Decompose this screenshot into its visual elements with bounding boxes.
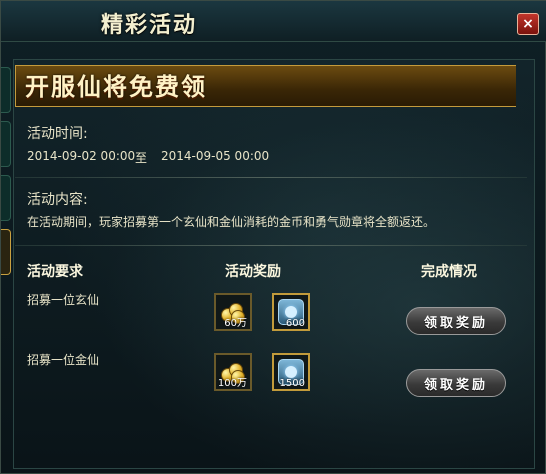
window-titlebar: 精彩活动 × [1,1,546,42]
sidebar-tab-4-active[interactable] [1,229,11,275]
section-divider-1 [15,177,527,178]
row-2-reward-gold-qty: 100万 [217,378,247,389]
row-2-reward-medal[interactable]: 1500 [272,353,310,391]
row-1-reward-gold[interactable]: 60万 [214,293,252,331]
row-1-requirement: 招募一位玄仙 [27,293,100,307]
row-2-reward-gold[interactable]: 100万 [214,353,252,391]
row-2-reward-medal-qty: 1500 [279,378,305,389]
header-reward: 活动奖励 [225,264,281,280]
row-2-claim-button[interactable]: 领取奖励 [406,369,506,397]
activity-window: 精彩活动 × 开服仙将免费领 活动时间: 2014-09-02 00:00 至 … [0,0,546,474]
row-2-requirement: 招募一位金仙 [27,353,100,367]
header-status: 完成情况 [421,264,477,280]
close-button[interactable]: × [517,13,539,35]
activity-time-separator: 至 [135,151,148,165]
activity-content-label: 活动内容: [27,192,88,208]
activity-time-label: 活动时间: [27,126,88,142]
sidebar-tab-2[interactable] [1,121,11,167]
banner-title: 开服仙将免费领 [25,73,207,101]
row-1-reward-medal-qty: 600 [285,318,305,329]
activity-start-time: 2014-09-02 00:00 [27,149,136,163]
row-1-reward-gold-qty: 60万 [224,318,247,329]
sidebar-tab-3[interactable] [1,175,11,221]
activity-content-text: 在活动期间，玩家招募第一个玄仙和金仙消耗的金币和勇气勋章将全额返还。 [27,215,436,229]
row-1-claim-button[interactable]: 领取奖励 [406,307,506,335]
sidebar-tab-1[interactable] [1,67,11,113]
section-divider-2 [15,245,527,246]
row-1-reward-medal[interactable]: 600 [272,293,310,331]
header-requirement: 活动要求 [27,264,83,280]
close-icon: × [522,16,534,32]
sidebar-tabs [1,57,11,417]
activity-end-time: 2014-09-05 00:00 [161,149,270,163]
window-title: 精彩活动 [101,13,198,38]
